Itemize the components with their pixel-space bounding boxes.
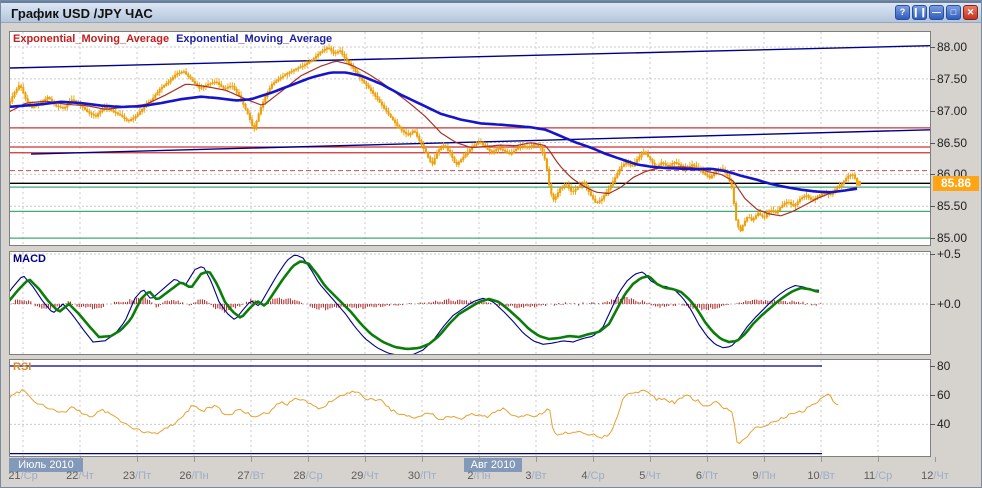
price-tick <box>930 111 935 112</box>
date-label: 11/Ср <box>864 470 893 482</box>
price-label: 85.50 <box>937 199 982 213</box>
price-tick <box>930 47 935 48</box>
date-tick <box>194 457 195 462</box>
date-tick <box>536 457 537 462</box>
macd-tick <box>930 254 935 255</box>
help-button[interactable]: ? <box>895 5 910 20</box>
indicator-legend: Exponential_Moving_Average Exponential_Mo… <box>13 33 332 45</box>
price-label: 86.50 <box>937 136 982 150</box>
current-price-badge: 85.86 <box>933 176 979 191</box>
close-button[interactable]: ✕ <box>963 5 978 20</box>
macd-label: MACD <box>13 253 46 265</box>
date-label: 4/Ср <box>581 470 604 482</box>
price-tick <box>930 143 935 144</box>
date-tick <box>935 457 936 462</box>
date-tick <box>308 457 309 462</box>
date-label: 27/Вт <box>237 470 264 482</box>
macd-panel[interactable]: MACD <box>9 251 931 355</box>
price-label: 85.00 <box>937 231 982 245</box>
date-label: 3/Вт <box>525 470 546 482</box>
date-tick <box>365 457 366 462</box>
legend-ema-fast: Exponential_Moving_Average <box>13 33 169 45</box>
macd-plot[interactable] <box>10 252 930 354</box>
date-label: 26/Пн <box>179 470 208 482</box>
date-label: 23/Пт <box>123 470 151 482</box>
price-tick <box>930 79 935 80</box>
date-tick <box>479 457 480 462</box>
minimize-button[interactable]: — <box>929 5 944 20</box>
time-axis: Июль 2010 Авг 2010 21/Ср22/Чт23/Пт26/Пн2… <box>1 457 982 488</box>
date-tick <box>707 457 708 462</box>
date-tick <box>251 457 252 462</box>
date-label: 21/Ср <box>8 470 37 482</box>
legend-ema-slow: Exponential_Moving_Average <box>176 33 332 45</box>
date-label: 22/Чт <box>66 470 94 482</box>
price-label: 87.00 <box>937 104 982 118</box>
date-label: 2/Пн <box>467 470 490 482</box>
rsi-plot[interactable] <box>10 360 930 456</box>
rsi-label: 80 <box>937 359 982 373</box>
price-plot[interactable] <box>10 32 930 245</box>
rsi-tick <box>930 424 935 425</box>
rsi-tick <box>930 395 935 396</box>
macd-tick <box>930 304 935 305</box>
window-title: График USD /JPY ЧАС <box>11 6 153 21</box>
date-label: 12/Чт <box>921 470 949 482</box>
date-label: 29/Чт <box>351 470 379 482</box>
macd-label: +0.5 <box>937 247 982 261</box>
date-tick <box>821 457 822 462</box>
date-tick <box>422 457 423 462</box>
date-tick <box>593 457 594 462</box>
price-label: 88.00 <box>937 40 982 54</box>
date-tick <box>878 457 879 462</box>
date-tick <box>764 457 765 462</box>
date-label: 30/Пт <box>408 470 436 482</box>
date-tick <box>650 457 651 462</box>
pause-button[interactable]: ❙❙ <box>912 5 927 20</box>
maximize-button[interactable]: □ <box>946 5 961 20</box>
rsi-label: 60 <box>937 388 982 402</box>
window-controls: ? ❙❙ — □ ✕ <box>895 5 978 20</box>
date-tick <box>80 457 81 462</box>
macd-label: +0.0 <box>937 297 982 311</box>
date-label: 10/Вт <box>807 470 834 482</box>
date-label: 6/Пт <box>696 470 718 482</box>
price-tick <box>930 206 935 207</box>
chart-window: График USD /JPY ЧАС ? ❙❙ — □ ✕ Exponenti… <box>0 0 982 488</box>
date-label: 5/Чт <box>639 470 661 482</box>
price-tick <box>930 174 935 175</box>
price-label: 87.50 <box>937 72 982 86</box>
rsi-label: 40 <box>937 417 982 431</box>
date-tick <box>137 457 138 462</box>
date-label: 28/Ср <box>293 470 322 482</box>
rsi-label: RSI <box>13 361 31 373</box>
price-chart-panel[interactable]: Exponential_Moving_Average Exponential_Mo… <box>9 31 931 246</box>
date-tick <box>23 457 24 462</box>
price-tick <box>930 238 935 239</box>
window-titlebar[interactable]: График USD /JPY ЧАС ? ❙❙ — □ ✕ <box>1 1 982 23</box>
date-label: 9/Пн <box>752 470 775 482</box>
rsi-tick <box>930 366 935 367</box>
rsi-panel[interactable]: RSI <box>9 359 931 457</box>
